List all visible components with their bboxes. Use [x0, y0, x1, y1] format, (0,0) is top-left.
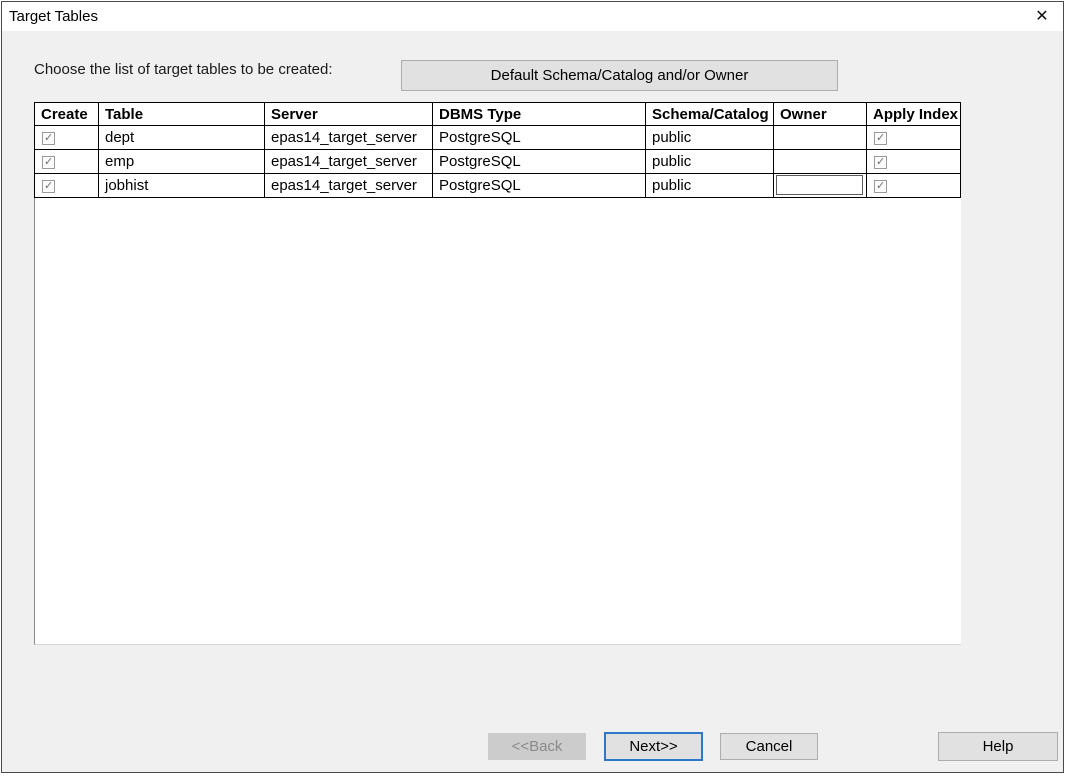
table-name-cell[interactable]: jobhist — [99, 174, 265, 198]
owner-editor-input[interactable] — [776, 175, 863, 195]
create-checkbox-checked[interactable]: ✓ — [42, 132, 55, 145]
dialog-title: Target Tables — [9, 2, 98, 31]
apply-index-checkbox-cell[interactable]: ✓ — [867, 126, 961, 150]
create-checkbox-cell[interactable]: ✓ — [35, 126, 99, 150]
owner-cell[interactable] — [774, 126, 867, 150]
create-checkbox-cell[interactable]: ✓ — [35, 150, 99, 174]
default-schema-owner-button[interactable]: Default Schema/Catalog and/or Owner — [401, 60, 838, 91]
server-cell[interactable]: epas14_target_server — [265, 150, 433, 174]
column-header-apply-index: Apply Index — [867, 103, 961, 126]
table-row-jobhist: ✓ jobhist epas14_target_server PostgreSQ… — [35, 174, 961, 198]
create-checkbox-checked[interactable]: ✓ — [42, 180, 55, 193]
target-tables-dialog: Target Tables ✕ Choose the list of targe… — [1, 1, 1064, 773]
apply-index-checkbox-cell[interactable]: ✓ — [867, 174, 961, 198]
column-header-create: Create — [35, 103, 99, 126]
column-header-schema-catalog: Schema/Catalog — [646, 103, 774, 126]
help-button[interactable]: Help — [938, 732, 1058, 761]
column-header-owner: Owner — [774, 103, 867, 126]
owner-cell[interactable] — [774, 150, 867, 174]
apply-index-checkbox-checked[interactable]: ✓ — [874, 180, 887, 193]
next-button[interactable]: Next>> — [604, 732, 703, 761]
check-icon: ✓ — [44, 155, 53, 170]
check-icon: ✓ — [44, 179, 53, 194]
apply-index-checkbox-checked[interactable]: ✓ — [874, 156, 887, 169]
check-icon: ✓ — [876, 131, 885, 146]
target-tables-grid-panel: Create Table Server DBMS Type Schema/Cat… — [34, 102, 961, 645]
server-cell[interactable]: epas14_target_server — [265, 126, 433, 150]
table-name-cell[interactable]: dept — [99, 126, 265, 150]
instruction-label: Choose the list of target tables to be c… — [34, 61, 333, 78]
close-icon[interactable]: ✕ — [1029, 4, 1055, 30]
schema-catalog-cell[interactable]: public — [646, 174, 774, 198]
apply-index-checkbox-cell[interactable]: ✓ — [867, 150, 961, 174]
dbms-type-cell[interactable]: PostgreSQL — [433, 174, 646, 198]
cancel-button[interactable]: Cancel — [720, 733, 818, 760]
back-button[interactable]: <<Back — [488, 733, 586, 760]
check-icon: ✓ — [876, 155, 885, 170]
dbms-type-cell[interactable]: PostgreSQL — [433, 150, 646, 174]
column-header-table: Table — [99, 103, 265, 126]
schema-catalog-cell[interactable]: public — [646, 150, 774, 174]
column-header-dbms-type: DBMS Type — [433, 103, 646, 126]
column-header-server: Server — [265, 103, 433, 126]
check-icon: ✓ — [44, 131, 53, 146]
apply-index-checkbox-checked[interactable]: ✓ — [874, 132, 887, 145]
owner-cell-editing[interactable] — [774, 174, 867, 198]
create-checkbox-checked[interactable]: ✓ — [42, 156, 55, 169]
server-cell[interactable]: epas14_target_server — [265, 174, 433, 198]
dbms-type-cell[interactable]: PostgreSQL — [433, 126, 646, 150]
table-row-dept: ✓ dept epas14_target_server PostgreSQL p… — [35, 126, 961, 150]
table-row-emp: ✓ emp epas14_target_server PostgreSQL pu… — [35, 150, 961, 174]
titlebar: Target Tables ✕ — [2, 2, 1063, 31]
check-icon: ✓ — [876, 179, 885, 194]
table-name-cell[interactable]: emp — [99, 150, 265, 174]
grid-header-row: Create Table Server DBMS Type Schema/Cat… — [35, 103, 961, 126]
schema-catalog-cell[interactable]: public — [646, 126, 774, 150]
target-tables-grid: Create Table Server DBMS Type Schema/Cat… — [34, 102, 961, 198]
create-checkbox-cell[interactable]: ✓ — [35, 174, 99, 198]
